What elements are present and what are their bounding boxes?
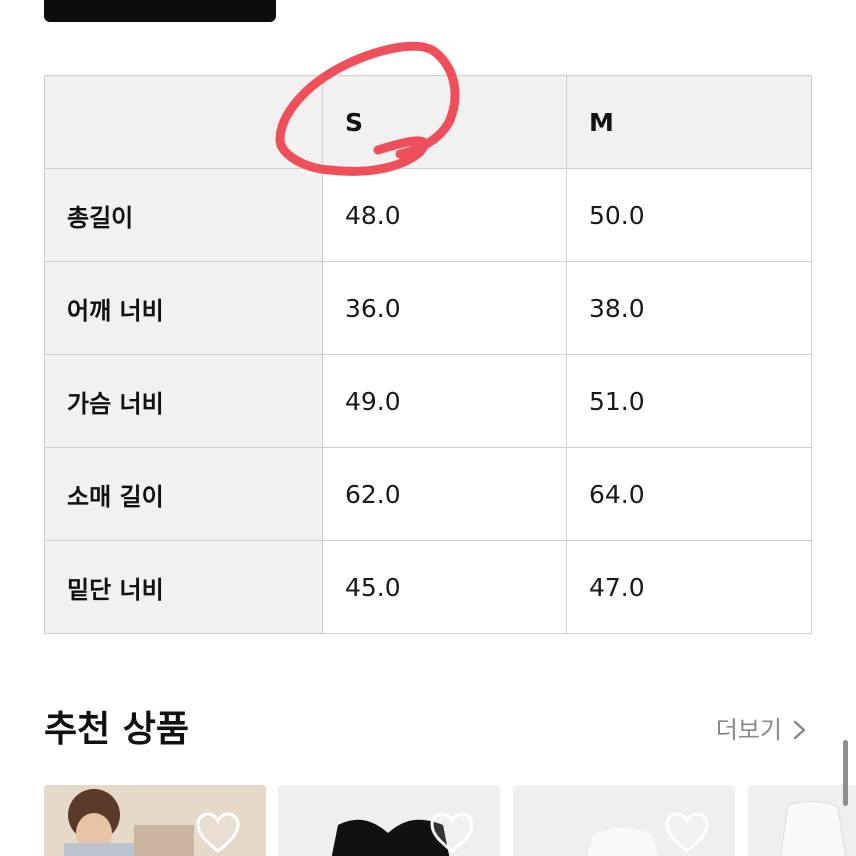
value-s: 45.0 <box>322 540 567 634</box>
value-m: 51.0 <box>566 354 812 448</box>
product-card[interactable] <box>748 785 856 856</box>
value-m: 64.0 <box>566 447 812 541</box>
more-label: 더보기 <box>715 716 782 744</box>
table-row: 소매 길이 62.0 64.0 <box>44 447 812 541</box>
product-card[interactable] <box>278 785 500 856</box>
row-label: 소매 길이 <box>44 447 323 541</box>
row-label: 어깨 너비 <box>44 261 323 355</box>
size-table: S M 총길이 48.0 50.0 어깨 너비 36.0 38.0 가슴 너비 … <box>44 75 812 634</box>
row-label: 총길이 <box>44 168 323 262</box>
value-m: 47.0 <box>566 540 812 634</box>
heart-icon[interactable] <box>428 811 476 855</box>
value-s: 36.0 <box>322 261 567 355</box>
size-header-row: S M <box>44 75 812 169</box>
value-s: 62.0 <box>322 447 567 541</box>
product-card[interactable] <box>44 785 266 856</box>
header-empty-cell <box>44 75 323 169</box>
value-m: 50.0 <box>566 168 812 262</box>
value-s: 48.0 <box>322 168 567 262</box>
more-link[interactable]: 더보기 <box>716 700 808 760</box>
chevron-right-icon <box>793 720 806 740</box>
recommended-product-list <box>44 785 856 856</box>
table-row: 총길이 48.0 50.0 <box>44 168 812 262</box>
row-label: 가슴 너비 <box>44 354 323 448</box>
table-row: 가슴 너비 49.0 51.0 <box>44 354 812 448</box>
table-row: 어깨 너비 36.0 38.0 <box>44 261 812 355</box>
header-size-s: S <box>322 75 567 169</box>
scrollbar[interactable] <box>843 740 848 806</box>
top-black-button[interactable] <box>44 0 276 22</box>
recommended-header: 추천 상품 더보기 <box>44 700 812 760</box>
heart-icon[interactable] <box>663 811 711 855</box>
row-label: 밑단 너비 <box>44 540 323 634</box>
table-row: 밑단 너비 45.0 47.0 <box>44 540 812 634</box>
value-m: 38.0 <box>566 261 812 355</box>
value-s: 49.0 <box>322 354 567 448</box>
product-image <box>748 785 856 856</box>
product-card[interactable] <box>513 785 735 856</box>
header-size-m: M <box>566 75 812 169</box>
heart-icon[interactable] <box>194 811 242 855</box>
recommended-title: 추천 상품 <box>44 709 190 750</box>
